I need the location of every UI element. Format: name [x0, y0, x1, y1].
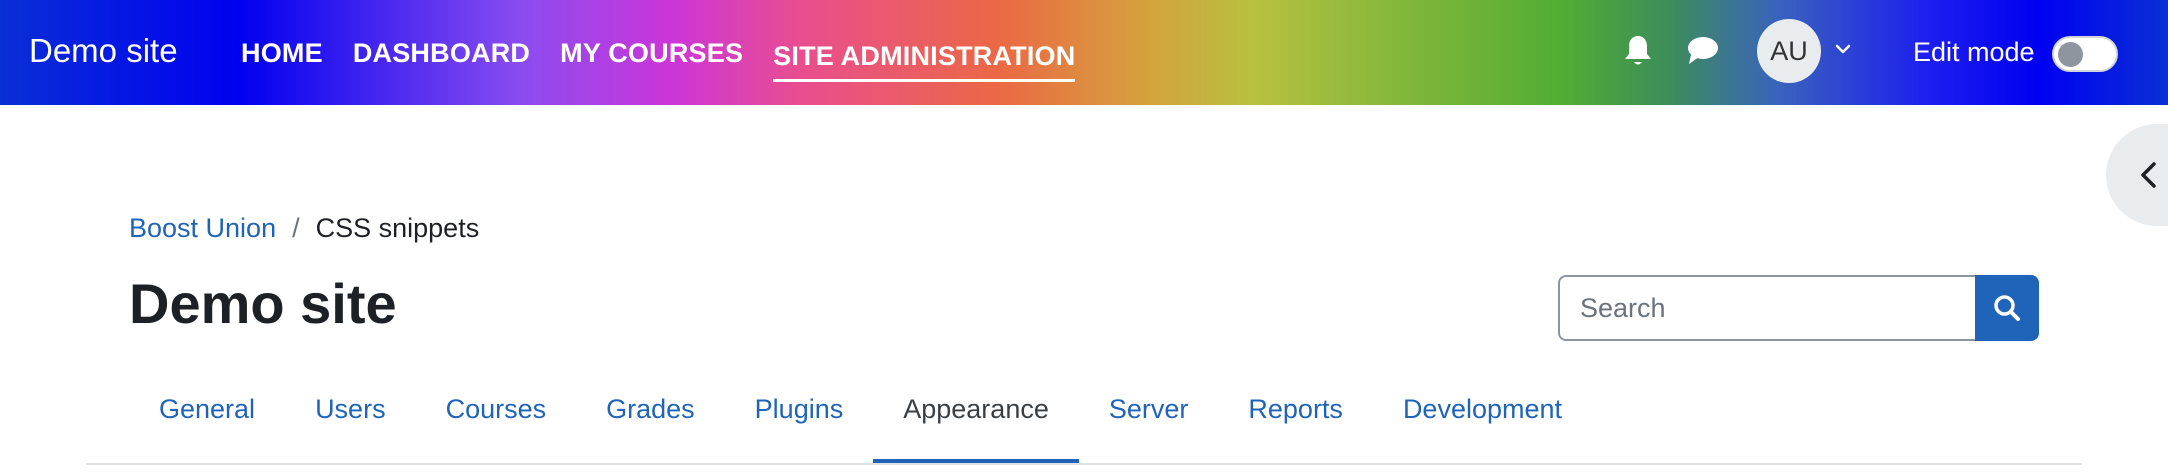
breadcrumb-separator: /	[292, 213, 300, 243]
breadcrumb-current: CSS snippets	[315, 213, 480, 243]
tab-reports[interactable]: Reports	[1218, 382, 1373, 464]
nav-my-courses[interactable]: MY COURSES	[560, 35, 743, 71]
nav-home[interactable]: HOME	[241, 35, 323, 71]
tabs-divider	[86, 463, 2082, 465]
breadcrumb: Boost Union / CSS snippets	[129, 210, 479, 246]
admin-search	[1558, 275, 2039, 341]
search-button[interactable]	[1975, 275, 2039, 341]
chevron-down-icon[interactable]	[1834, 42, 1852, 56]
nav-dashboard[interactable]: DASHBOARD	[353, 35, 530, 71]
tab-development[interactable]: Development	[1373, 382, 1592, 464]
tab-grades[interactable]: Grades	[576, 382, 725, 464]
bell-icon[interactable]	[1623, 34, 1653, 68]
admin-tabs: General Users Courses Grades Plugins App…	[129, 382, 1592, 464]
top-navbar: Demo site HOME DASHBOARD MY COURSES SITE…	[0, 0, 2168, 105]
tab-appearance[interactable]: Appearance	[873, 382, 1079, 464]
chat-icon[interactable]	[1686, 34, 1720, 66]
breadcrumb-boost-union[interactable]: Boost Union	[129, 210, 276, 246]
tab-server[interactable]: Server	[1079, 382, 1219, 464]
open-drawer-button[interactable]	[2106, 124, 2168, 226]
search-icon	[1994, 295, 2020, 321]
primary-navigation: HOME DASHBOARD MY COURSES SITE ADMINISTR…	[241, 0, 1105, 105]
page-title: Demo site	[129, 272, 397, 335]
user-avatar[interactable]: AU	[1757, 19, 1821, 83]
edit-mode-toggle[interactable]	[2052, 36, 2118, 72]
nav-site-administration[interactable]: SITE ADMINISTRATION	[773, 38, 1076, 82]
tab-general[interactable]: General	[129, 382, 285, 464]
chevron-left-icon	[2141, 162, 2156, 188]
search-input[interactable]	[1558, 275, 1975, 341]
edit-mode-label: Edit mode	[1913, 37, 2035, 67]
tab-plugins[interactable]: Plugins	[725, 382, 874, 464]
tab-courses[interactable]: Courses	[416, 382, 577, 464]
site-brand[interactable]: Demo site	[29, 30, 178, 72]
tab-users[interactable]: Users	[285, 382, 416, 464]
toggle-knob	[2058, 42, 2083, 67]
